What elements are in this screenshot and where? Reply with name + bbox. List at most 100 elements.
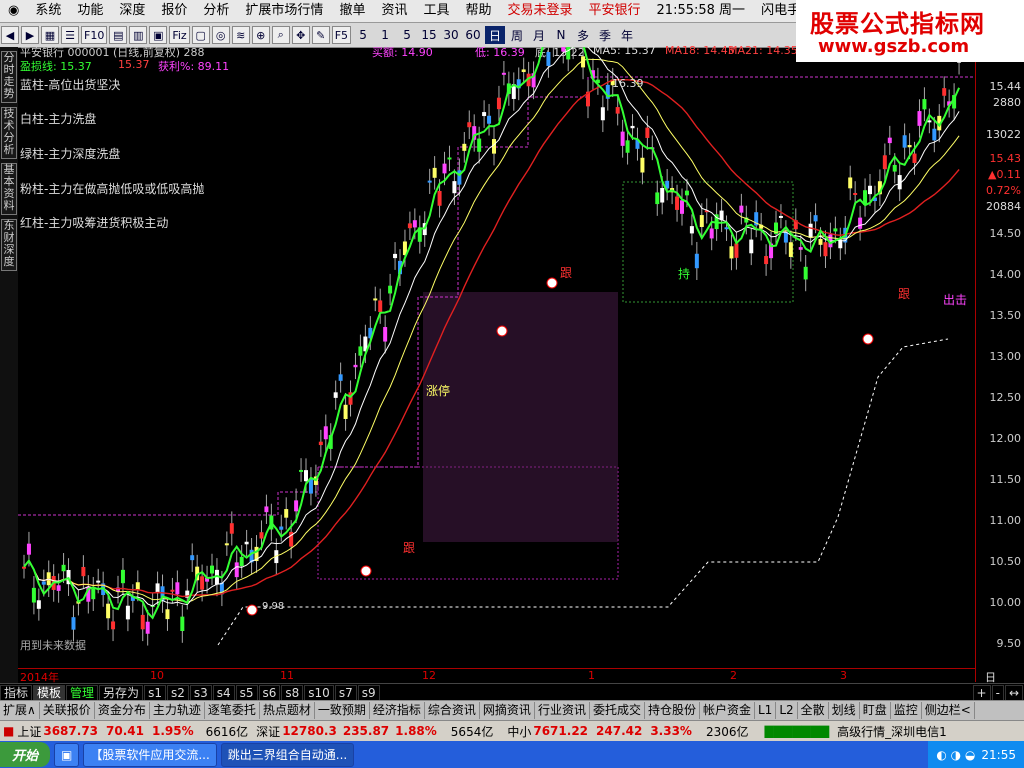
side-tab-intraday[interactable]: 分时走势 — [1, 51, 17, 103]
tab-hot-topics[interactable]: 热点题材 — [260, 702, 315, 719]
server-name[interactable]: 高级行情_深圳电信1 — [837, 723, 947, 740]
side-tab-fundamental[interactable]: 基本资料 — [1, 163, 17, 215]
window-icon[interactable]: ▣ — [149, 26, 168, 44]
tab-s7[interactable]: s7 — [334, 684, 357, 701]
tab-general-news[interactable]: 综合资讯 — [425, 702, 480, 719]
period-day[interactable]: 日 — [485, 26, 506, 44]
trade-status[interactable]: 交易未登录 — [500, 0, 581, 22]
menu-item-function[interactable]: 功能 — [69, 0, 111, 22]
tab-indicator[interactable]: 指标 — [0, 684, 33, 701]
search-icon[interactable]: ⌕ — [271, 26, 290, 44]
tab-account[interactable]: 帐户资金 — [700, 702, 755, 719]
period-5min[interactable]: 5 — [397, 26, 417, 44]
period-15min[interactable]: 15 — [419, 26, 439, 44]
side-tab-technical[interactable]: 技术分析 — [1, 107, 17, 159]
period-n[interactable]: N — [551, 26, 571, 44]
period-month[interactable]: 月 — [529, 26, 549, 44]
tab-save-as[interactable]: 另存为 — [99, 684, 144, 701]
tab-s2[interactable]: s2 — [166, 684, 189, 701]
tab-holdings[interactable]: 持仓股份 — [645, 702, 700, 719]
chart-icon[interactable]: ▤ — [109, 26, 128, 44]
quicklaunch-icon[interactable]: ▣ — [54, 742, 80, 767]
tab-s9[interactable]: s9 — [357, 684, 380, 701]
buy-marker-3[interactable] — [496, 325, 508, 337]
tab-s6[interactable]: s6 — [258, 684, 281, 701]
menu-item-help[interactable]: 帮助 — [457, 0, 499, 22]
tab-consensus[interactable]: 一致预期 — [315, 702, 370, 719]
sh-label[interactable]: 上证 — [17, 723, 41, 740]
back-icon[interactable]: ◀ — [1, 26, 19, 44]
tab-s5[interactable]: s5 — [235, 684, 258, 701]
tab-monitor[interactable]: 监控 — [891, 702, 922, 719]
period-60min[interactable]: 60 — [463, 26, 483, 44]
buy-marker-2[interactable] — [360, 565, 372, 577]
tab-tick-orders[interactable]: 逐笔委托 — [205, 702, 260, 719]
menu-item-depth[interactable]: 深度 — [111, 0, 153, 22]
tab-fund-distribution[interactable]: 资金分布 — [95, 702, 150, 719]
kline-icon[interactable]: ▥ — [129, 26, 148, 44]
tab-all-retail[interactable]: 全散 — [798, 702, 829, 719]
task-formula[interactable]: 跳出三界组合自动通... — [220, 742, 355, 767]
list-icon[interactable]: ☰ — [61, 26, 79, 44]
zoom-out-icon[interactable]: - — [991, 684, 1004, 701]
f10-icon[interactable]: F10 — [81, 26, 108, 44]
period-week[interactable]: 周 — [507, 26, 527, 44]
task-forum[interactable]: 【股票软件应用交流... — [83, 742, 217, 767]
tab-template[interactable]: 模板 — [33, 684, 66, 701]
tab-economy[interactable]: 经济指标 — [370, 702, 425, 719]
forward-icon[interactable]: ▶ — [21, 26, 39, 44]
kline-chart[interactable]: 16.39 涨停 跟 跟 跟 持 出击 用到未来数据 9.98 — [18, 47, 1024, 682]
menu-item-cancel[interactable]: 撤单 — [331, 0, 373, 22]
tab-s4[interactable]: s4 — [212, 684, 235, 701]
refresh-icon[interactable]: ◎ — [211, 26, 230, 44]
tab-main-trace[interactable]: 主力轨迹 — [150, 702, 205, 719]
menu-item-quote[interactable]: 报价 — [153, 0, 195, 22]
period-multi[interactable]: 多 — [573, 26, 593, 44]
tab-watch[interactable]: 盯盘 — [860, 702, 891, 719]
buy-marker-1[interactable] — [246, 604, 258, 616]
move-icon[interactable]: ✥ — [291, 26, 310, 44]
period-1min[interactable]: 1 — [375, 26, 395, 44]
zoom-icon[interactable]: ⊕ — [251, 26, 270, 44]
tray-icons[interactable]: ◐ ◑ ◒ — [936, 748, 975, 762]
tab-draw-line[interactable]: 划线 — [829, 702, 860, 719]
period-year[interactable]: 年 — [617, 26, 637, 44]
period-5[interactable]: 5 — [353, 26, 373, 44]
tab-l1[interactable]: L1 — [755, 702, 777, 719]
tab-web-news[interactable]: 网摘资讯 — [480, 702, 535, 719]
tab-manage[interactable]: 管理 — [66, 684, 99, 701]
menu-item-analysis[interactable]: 分析 — [195, 0, 237, 22]
tab-orders[interactable]: 委托成交 — [590, 702, 645, 719]
zx-label[interactable]: 中小 — [507, 723, 531, 740]
tab-industry-news[interactable]: 行业资讯 — [535, 702, 590, 719]
sz-label[interactable]: 深证 — [256, 723, 280, 740]
scroll-icon[interactable]: ↔ — [1004, 684, 1023, 701]
tab-s1[interactable]: s1 — [144, 684, 166, 701]
buy-marker-4[interactable] — [546, 277, 558, 289]
tab-s3[interactable]: s3 — [189, 684, 212, 701]
app-icon[interactable]: ◉ — [0, 0, 27, 22]
tab-s8[interactable]: s8 — [281, 684, 304, 701]
indicator-icon[interactable]: ≋ — [231, 26, 250, 44]
zoom-in-icon[interactable]: + — [972, 684, 991, 701]
doc-icon[interactable]: ▢ — [191, 26, 210, 44]
menu-item-news[interactable]: 资讯 — [373, 0, 415, 22]
period-season[interactable]: 季 — [595, 26, 615, 44]
menu-item-extended[interactable]: 扩展市场行情 — [237, 0, 331, 22]
period-30min[interactable]: 30 — [441, 26, 461, 44]
tab-related-quote[interactable]: 关联报价 — [40, 702, 95, 719]
pen-icon[interactable]: ✎ — [311, 26, 330, 44]
candle-body — [234, 562, 239, 578]
tab-l2[interactable]: L2 — [776, 702, 798, 719]
menu-item-system[interactable]: 系统 — [27, 0, 69, 22]
side-tab-eastmoney[interactable]: 东财深度 — [1, 219, 17, 271]
tab-expand[interactable]: 扩展∧ — [0, 702, 40, 719]
buy-marker-5[interactable] — [862, 333, 874, 345]
menu-item-tools[interactable]: 工具 — [415, 0, 457, 22]
tab-s10[interactable]: s10 — [304, 684, 334, 701]
tab-sidebar[interactable]: 侧边栏< — [922, 702, 975, 719]
fiz-icon[interactable]: Fiz — [169, 26, 190, 44]
start-button[interactable]: 开始 — [0, 742, 50, 767]
grid-icon[interactable]: ▦ — [41, 26, 59, 44]
f5-icon[interactable]: F5 — [331, 26, 352, 44]
